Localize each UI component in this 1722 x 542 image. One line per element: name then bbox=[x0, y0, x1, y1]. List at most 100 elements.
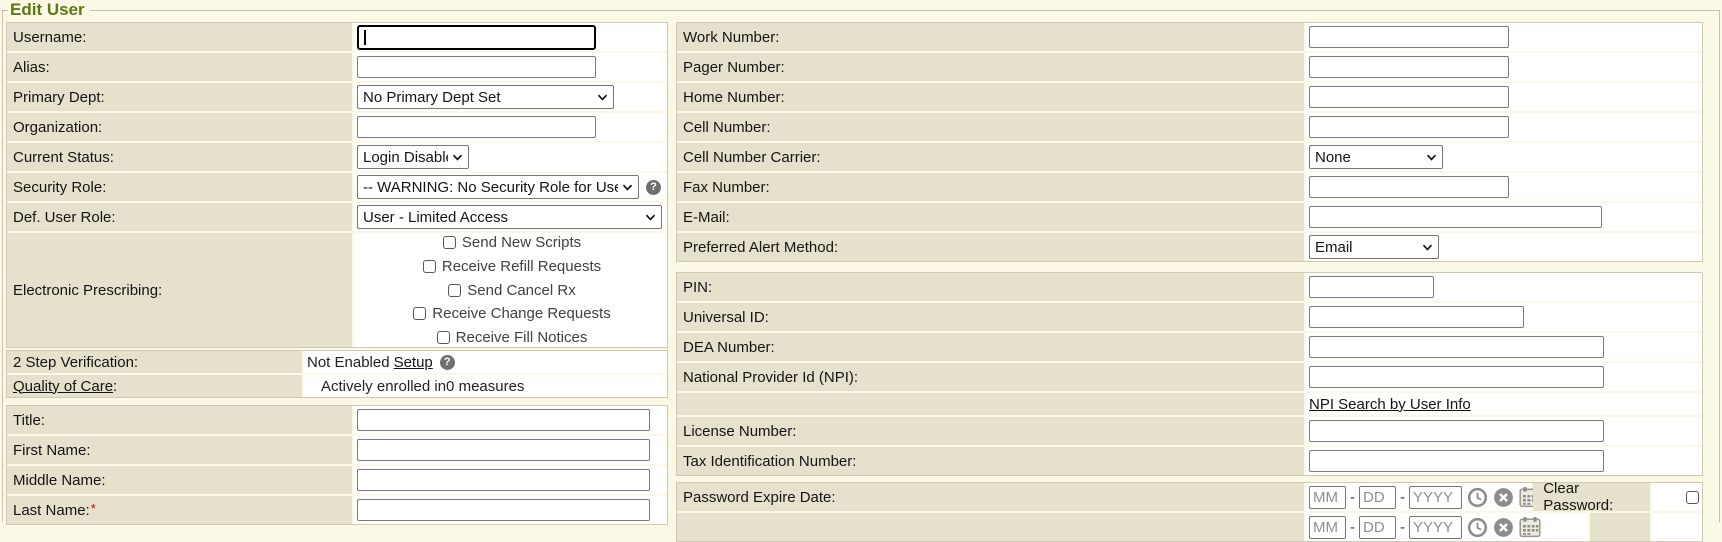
field-label: License Number: bbox=[683, 423, 796, 440]
clear-password-checkbox[interactable] bbox=[1686, 491, 1699, 504]
setup-link[interactable]: Setup bbox=[394, 354, 433, 371]
field-value-cell: None bbox=[1306, 143, 1702, 171]
contact-section: Work Number:Pager Number:Home Number:Cel… bbox=[676, 22, 1703, 262]
clear-icon[interactable] bbox=[1493, 517, 1514, 538]
field-value-cell: Send New ScriptsReceive Refill RequestsS… bbox=[354, 233, 667, 347]
field-value-cell bbox=[354, 53, 667, 81]
row-primary-dept: Primary Dept:No Primary Dept Set bbox=[7, 83, 667, 111]
field-value-cell: Login Disabled bbox=[354, 143, 667, 171]
year-input[interactable] bbox=[1409, 516, 1462, 539]
form-columns: Username:Alias:Primary Dept:No Primary D… bbox=[6, 22, 1717, 542]
calendar-icon[interactable] bbox=[1519, 516, 1541, 538]
title-input[interactable] bbox=[357, 409, 650, 431]
checkbox-label: Receive Change Requests bbox=[432, 305, 610, 322]
date-separator: - bbox=[1400, 489, 1405, 506]
field-label: Security Role: bbox=[13, 179, 106, 196]
alias-input[interactable] bbox=[357, 56, 596, 78]
day-input[interactable] bbox=[1359, 486, 1396, 509]
field-label: PIN: bbox=[683, 279, 712, 296]
right-column: Work Number:Pager Number:Home Number:Cel… bbox=[676, 22, 1703, 542]
field-value-cell bbox=[1306, 447, 1702, 475]
field-value-cell bbox=[354, 466, 667, 494]
row-dea-number: DEA Number: bbox=[677, 333, 1702, 361]
e-mail-input[interactable] bbox=[1309, 206, 1602, 228]
send-new-scripts-checkbox[interactable] bbox=[443, 236, 456, 249]
def-user-role-select[interactable]: User - Limited Access bbox=[357, 205, 662, 229]
selected-option-label: User - Limited Access bbox=[363, 209, 508, 226]
field-value-cell: User - Limited Access bbox=[354, 203, 667, 231]
field-label-cell: Pager Number: bbox=[677, 53, 1304, 81]
field-value-cell bbox=[1306, 303, 1702, 331]
row-home-number: Home Number: bbox=[677, 83, 1702, 111]
npi-search-by-user-info-link[interactable]: NPI Search by User Info bbox=[1309, 396, 1471, 413]
current-status-select[interactable]: Login Disabled bbox=[357, 145, 469, 169]
year-input[interactable] bbox=[1409, 486, 1462, 509]
pin-input[interactable] bbox=[1309, 276, 1434, 298]
field-label-cell: Quality of Care: bbox=[7, 375, 302, 397]
preferred-alert-method-select[interactable]: Email bbox=[1309, 235, 1439, 259]
work-number-input[interactable] bbox=[1309, 26, 1509, 48]
clock-icon[interactable] bbox=[1467, 487, 1488, 508]
clear-password-label-cell bbox=[1590, 513, 1650, 541]
middle-name-input[interactable] bbox=[357, 469, 650, 491]
receive-refill-requests-checkbox[interactable] bbox=[423, 260, 436, 273]
field-value-cell bbox=[1306, 273, 1702, 301]
receive-fill-notices-checkbox[interactable] bbox=[437, 331, 450, 344]
cell-number-input[interactable] bbox=[1309, 116, 1509, 138]
field-label-cell: Tax Identification Number: bbox=[677, 447, 1304, 475]
field-label: Current Status: bbox=[13, 149, 114, 166]
row-password-1: -- bbox=[677, 513, 1702, 541]
field-label-cell: Def. User Role: bbox=[7, 203, 352, 231]
day-input[interactable] bbox=[1359, 516, 1396, 539]
selected-option-label: None bbox=[1315, 149, 1351, 166]
help-icon[interactable] bbox=[646, 180, 661, 195]
last-name-input[interactable] bbox=[357, 499, 650, 521]
quality-of-care-link[interactable]: Quality of Care bbox=[13, 378, 113, 395]
first-name-input[interactable] bbox=[357, 439, 650, 461]
security-role-select[interactable]: -- WARNING: No Security Role for User! -… bbox=[357, 175, 639, 199]
clock-icon[interactable] bbox=[1467, 517, 1488, 538]
chevron-down-icon bbox=[452, 154, 463, 161]
national-provider-id-npi-input[interactable] bbox=[1309, 366, 1604, 388]
license-number-input[interactable] bbox=[1309, 420, 1604, 442]
organization-input[interactable] bbox=[357, 116, 596, 138]
field-value-cell bbox=[1306, 363, 1702, 391]
field-value-cell bbox=[1306, 83, 1702, 111]
clear-password-cell bbox=[1652, 513, 1702, 541]
send-cancel-rx-checkbox[interactable] bbox=[448, 284, 461, 297]
month-input[interactable] bbox=[1309, 516, 1346, 539]
cell-number-carrier-select[interactable]: None bbox=[1309, 145, 1443, 169]
status-text: Actively enrolled in0 measures bbox=[321, 378, 524, 395]
username-input[interactable] bbox=[357, 25, 596, 50]
required-asterisk: * bbox=[91, 501, 96, 516]
clear-password-label: Clear Password: bbox=[1543, 480, 1650, 514]
receive-change-requests-checkbox[interactable] bbox=[413, 307, 426, 320]
field-label-cell: Cell Number: bbox=[677, 113, 1304, 141]
primary-dept-select[interactable]: No Primary Dept Set bbox=[357, 85, 614, 109]
row-last-name: Last Name:* bbox=[7, 496, 667, 524]
clear-password-label-cell: Clear Password: bbox=[1533, 483, 1650, 511]
universal-id-input[interactable] bbox=[1309, 306, 1524, 328]
tax-identification-number-input[interactable] bbox=[1309, 450, 1604, 472]
field-label-cell: Preferred Alert Method: bbox=[677, 233, 1304, 261]
field-label: Cell Number Carrier: bbox=[683, 149, 821, 166]
month-input[interactable] bbox=[1309, 486, 1346, 509]
date-separator: - bbox=[1350, 489, 1355, 506]
clear-icon[interactable] bbox=[1493, 487, 1514, 508]
field-label: Username: bbox=[13, 29, 86, 46]
field-label-cell bbox=[677, 393, 1304, 415]
field-value-cell bbox=[1306, 173, 1702, 201]
home-number-input[interactable] bbox=[1309, 86, 1509, 108]
field-value-cell: -- WARNING: No Security Role for User! -… bbox=[354, 173, 667, 201]
field-label-cell: Organization: bbox=[7, 113, 352, 141]
field-label-cell: Title: bbox=[7, 406, 352, 434]
chevron-down-icon bbox=[622, 184, 633, 191]
help-icon[interactable] bbox=[440, 355, 455, 370]
dea-number-input[interactable] bbox=[1309, 336, 1604, 358]
fax-number-input[interactable] bbox=[1309, 176, 1509, 198]
field-label: Middle Name: bbox=[13, 472, 106, 489]
pager-number-input[interactable] bbox=[1309, 56, 1509, 78]
field-label-cell: Primary Dept: bbox=[7, 83, 352, 111]
field-label: DEA Number: bbox=[683, 339, 775, 356]
field-value-cell bbox=[1306, 53, 1702, 81]
